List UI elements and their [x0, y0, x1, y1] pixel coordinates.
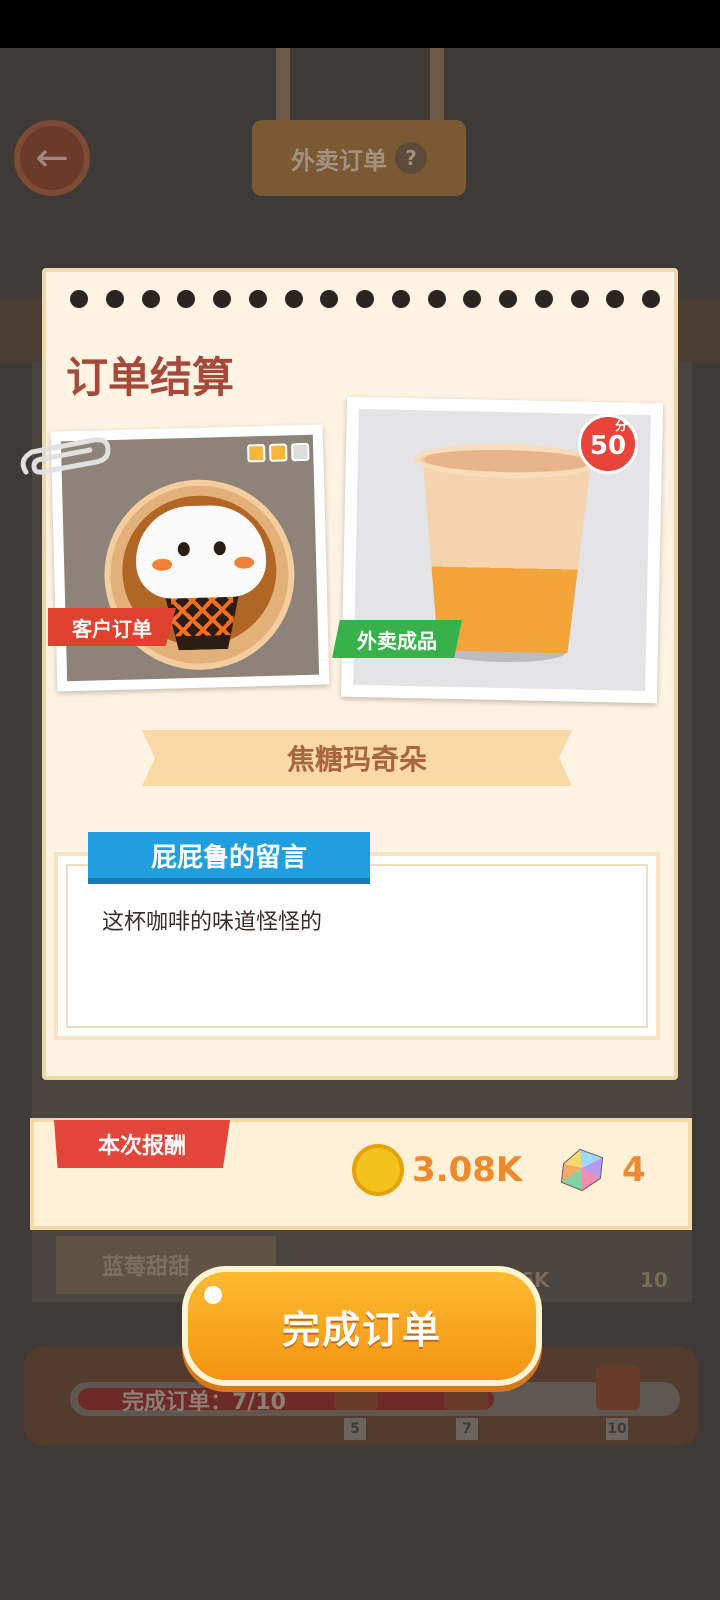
milestone-number: 10 [606, 1418, 628, 1440]
message-title: 屁屁鲁的留言 [88, 832, 370, 884]
gem-reward-value: 4 [622, 1150, 646, 1190]
cream-topping [134, 504, 268, 600]
arrow-left-icon: ← [35, 135, 69, 181]
back-button[interactable]: ← [14, 120, 90, 196]
binding-dot [177, 290, 196, 308]
binding-dot [320, 290, 339, 308]
notebook-binding-dots [70, 290, 660, 312]
milestone-number: 5 [344, 1418, 366, 1440]
coin-reward-value: 3.08K [412, 1150, 523, 1190]
binding-dot [213, 290, 231, 308]
product-tag: 外卖成品 [332, 620, 462, 658]
help-icon[interactable]: ? [395, 142, 427, 174]
binding-dot [570, 290, 589, 308]
score-value: 50 [589, 431, 627, 461]
message-text: 这杯咖啡的味道怪怪的 [102, 910, 323, 935]
binding-dot [70, 290, 88, 308]
progress-label: 完成订单：7/10 [122, 1390, 286, 1415]
sign-rope-left [276, 48, 290, 124]
binding-dot [463, 290, 482, 308]
gem-icon [560, 1148, 604, 1192]
binding-dot [391, 290, 410, 308]
message-box-inner [66, 864, 648, 1028]
score-badge: 分 50 [578, 414, 638, 474]
header-title: 外卖订单 [291, 146, 387, 175]
sign-rope-right [430, 48, 444, 124]
gift-icon [269, 443, 288, 462]
reward-label: 本次报酬 [54, 1120, 230, 1168]
gift-icon [247, 443, 266, 463]
binding-dot [248, 290, 267, 308]
gift-rating [247, 442, 310, 463]
item-name-ribbon: 焦糖玛奇朵 [142, 730, 572, 786]
milestone-gift-icon[interactable] [596, 1366, 640, 1410]
binding-dot [534, 290, 553, 308]
binding-dot [606, 290, 625, 308]
binding-dot [284, 290, 303, 308]
header-title-sign: 外卖订单 ? [252, 120, 466, 196]
gift-icon [291, 442, 310, 462]
binding-dot [499, 290, 517, 308]
binding-dot [356, 290, 374, 308]
button-highlight [204, 1286, 222, 1304]
item-name: 焦糖玛奇朵 [286, 743, 427, 776]
milestone-number: 7 [456, 1418, 478, 1440]
binding-dot [105, 290, 124, 308]
binding-dot [427, 290, 446, 308]
dialog-title: 订单结算 [66, 353, 235, 402]
paperclip-icon [20, 437, 111, 475]
gold-coin-icon [352, 1144, 404, 1196]
status-bar [0, 0, 720, 48]
list-item-gem-value: 10 [640, 1268, 668, 1292]
binding-dot [141, 290, 160, 308]
binding-dot [642, 290, 660, 308]
customer-order-tag: 客户订单 [48, 608, 176, 646]
complete-order-button[interactable]: 完成订单 [182, 1266, 542, 1386]
